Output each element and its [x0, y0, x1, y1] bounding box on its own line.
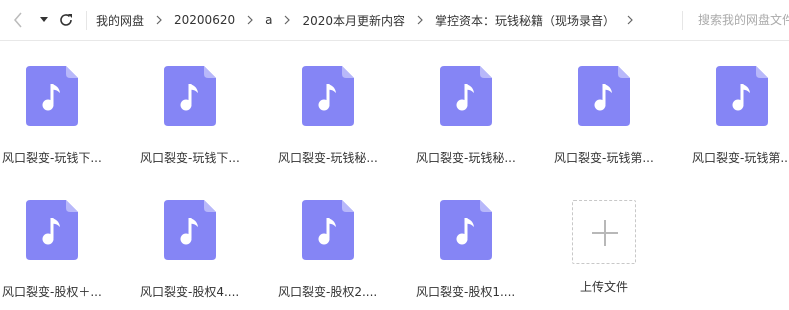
file-name: 风口裂变-玩钱下...: [2, 151, 102, 165]
breadcrumb-item-folder[interactable]: a: [265, 13, 272, 27]
refresh-button[interactable]: [58, 10, 74, 30]
file-name: 风口裂变-股权2....: [278, 285, 378, 299]
file-name: 风口裂变-玩钱下...: [140, 151, 240, 165]
breadcrumb-separator-icon: [626, 15, 634, 25]
audio-file-icon: [26, 66, 78, 126]
audio-file-icon: [440, 66, 492, 126]
file-name: 风口裂变-玩钱秘...: [278, 151, 378, 165]
file-item[interactable]: 风口裂变-玩钱下...: [140, 66, 266, 176]
file-item[interactable]: 风口裂变-玩钱第...: [554, 66, 680, 176]
audio-file-icon: [716, 66, 768, 126]
audio-file-icon: [164, 200, 216, 260]
back-button[interactable]: [10, 10, 26, 30]
audio-file-icon: [440, 200, 492, 260]
upload-label: 上传文件: [579, 280, 628, 294]
file-item[interactable]: 风口裂变-玩钱秘...: [416, 66, 542, 176]
breadcrumb-separator-icon: [246, 15, 254, 25]
breadcrumb-item-current[interactable]: 掌控资本：玩钱秘籍（现场录音）: [435, 12, 615, 29]
file-item[interactable]: 风口裂变-玩钱下...: [2, 66, 128, 176]
file-name: 风口裂变-玩钱第...: [692, 151, 789, 165]
file-item[interactable]: 风口裂变-玩钱第...: [692, 66, 789, 176]
file-name: 风口裂变-股权＋...: [2, 285, 102, 299]
file-name: 风口裂变-股权4....: [140, 285, 240, 299]
file-item[interactable]: 风口裂变-玩钱秘...: [278, 66, 404, 176]
history-dropdown-button[interactable]: [38, 10, 50, 30]
audio-file-icon: [26, 200, 78, 260]
breadcrumb-separator-icon: [283, 15, 291, 25]
plus-icon-vertical: [604, 220, 606, 246]
file-item[interactable]: 风口裂变-股权4....: [140, 200, 266, 310]
upload-button[interactable]: [572, 200, 636, 264]
breadcrumb-item-folder[interactable]: 20200620: [174, 13, 235, 27]
file-item[interactable]: 风口裂变-股权2....: [278, 200, 404, 310]
audio-file-icon: [578, 66, 630, 126]
audio-file-icon: [164, 66, 216, 126]
file-item[interactable]: 风口裂变-股权＋...: [2, 200, 128, 310]
breadcrumb-separator-icon: [416, 15, 424, 25]
file-item[interactable]: 风口裂变-股权1....: [416, 200, 542, 310]
toolbar-divider: [86, 11, 87, 30]
breadcrumb-item-root[interactable]: 我的网盘: [96, 12, 144, 29]
caret-down-icon: [40, 17, 48, 22]
file-name: 风口裂变-玩钱秘...: [416, 151, 516, 165]
file-name: 风口裂变-玩钱第...: [554, 151, 654, 165]
breadcrumb: 我的网盘 20200620 a 2020本月更新内容 掌控资本：玩钱秘籍（现场录…: [96, 0, 645, 40]
refresh-icon: [60, 14, 72, 26]
audio-file-icon: [302, 200, 354, 260]
audio-file-icon: [302, 66, 354, 126]
file-name: 风口裂变-股权1....: [416, 285, 516, 299]
breadcrumb-separator-icon: [155, 15, 163, 25]
chevron-left-icon: [14, 12, 22, 28]
breadcrumb-item-folder[interactable]: 2020本月更新内容: [302, 12, 405, 29]
search-input[interactable]: [690, 10, 789, 30]
toolbar: 我的网盘 20200620 a 2020本月更新内容 掌控资本：玩钱秘籍（现场录…: [0, 0, 789, 41]
search-divider: [682, 11, 683, 30]
